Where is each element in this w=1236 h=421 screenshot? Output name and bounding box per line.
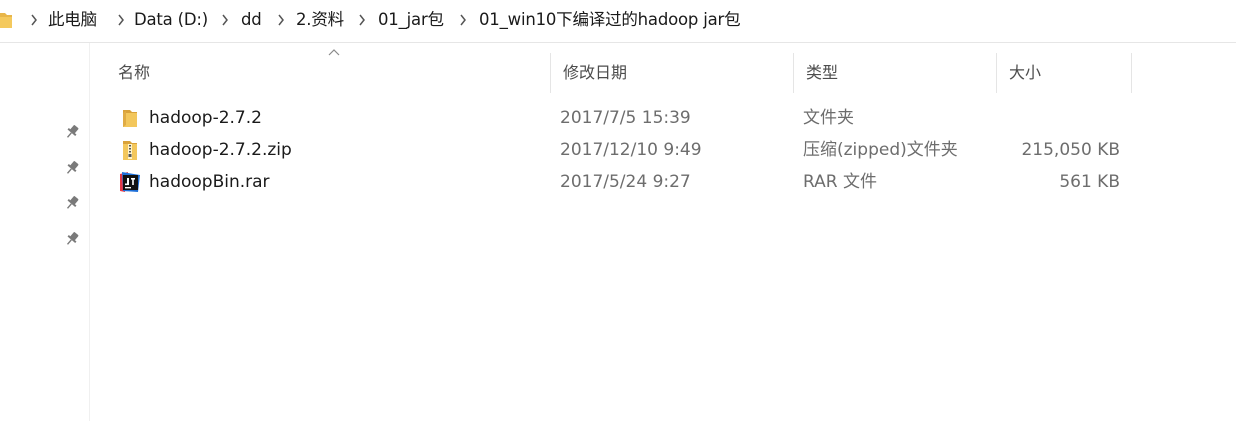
file-type: RAR 文件 — [803, 172, 877, 192]
chevron-right-icon[interactable] — [277, 14, 285, 26]
file-size: 215,050 KB — [1021, 140, 1120, 160]
address-bar[interactable]: 此电脑 Data (D:) dd 2.资料 01_jar包 01_win10下编… — [0, 0, 1236, 40]
file-type: 文件夹 — [803, 108, 854, 128]
column-header: 名称 修改日期 类型 大小 — [105, 49, 1132, 93]
folder-icon — [0, 13, 12, 28]
pin-icon[interactable] — [64, 160, 80, 176]
file-row[interactable]: hadoop-2.7.2.zip 2017/12/10 9:49 压缩(zipp… — [105, 135, 1132, 165]
file-row[interactable]: hadoop-2.7.2 2017/7/5 15:39 文件夹 — [105, 103, 1132, 133]
breadcrumb-item[interactable]: 此电脑 — [48, 9, 97, 31]
chevron-right-icon[interactable] — [221, 14, 229, 26]
column-divider[interactable] — [1131, 53, 1132, 93]
rar-archive-icon — [120, 172, 140, 192]
column-header-size[interactable]: 大小 — [996, 53, 1131, 93]
column-header-name[interactable]: 名称 — [105, 53, 550, 93]
breadcrumb-item[interactable]: 01_win10下编译过的hadoop jar包 — [479, 9, 741, 31]
breadcrumb-item[interactable]: 2.资料 — [296, 9, 344, 31]
pin-icon[interactable] — [64, 124, 80, 140]
file-name[interactable]: hadoop-2.7.2 — [149, 103, 262, 133]
file-date: 2017/12/10 9:49 — [560, 140, 702, 160]
pin-icon[interactable] — [64, 231, 80, 247]
file-name[interactable]: hadoopBin.rar — [149, 167, 270, 197]
file-size: 561 KB — [1059, 172, 1120, 192]
address-bar-divider — [0, 42, 1236, 43]
column-header-type[interactable]: 类型 — [793, 53, 996, 93]
folder-icon — [123, 110, 137, 127]
zip-folder-icon — [123, 141, 137, 160]
file-row[interactable]: hadoopBin.rar 2017/5/24 9:27 RAR 文件 561 … — [105, 167, 1132, 197]
file-type: 压缩(zipped)文件夹 — [803, 140, 958, 160]
chevron-right-icon[interactable] — [358, 14, 366, 26]
breadcrumb-item[interactable]: dd — [241, 9, 262, 31]
pin-icon[interactable] — [64, 195, 80, 211]
chevron-right-icon[interactable] — [30, 14, 38, 26]
file-date: 2017/5/24 9:27 — [560, 172, 691, 192]
chevron-right-icon[interactable] — [117, 14, 125, 26]
column-header-date[interactable]: 修改日期 — [550, 53, 793, 93]
navigation-pane[interactable] — [0, 43, 90, 421]
breadcrumb-item[interactable]: 01_jar包 — [378, 9, 444, 31]
chevron-right-icon[interactable] — [459, 14, 467, 26]
breadcrumb-item[interactable]: Data (D:) — [134, 9, 208, 31]
file-date: 2017/7/5 15:39 — [560, 108, 691, 128]
file-name[interactable]: hadoop-2.7.2.zip — [149, 135, 292, 165]
